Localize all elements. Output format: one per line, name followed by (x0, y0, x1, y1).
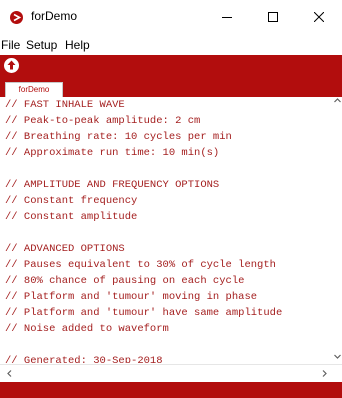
code-line: // Platform and 'tumour' have same ampli… (5, 307, 283, 319)
title-bar: forDemo (0, 0, 342, 34)
code-line: // Approximate run time: 10 min(s) (5, 147, 220, 159)
scroll-right-icon[interactable] (320, 369, 329, 378)
maximize-button[interactable] (250, 0, 296, 34)
window-title: forDemo (31, 9, 78, 23)
maximize-icon (268, 12, 278, 22)
minimize-button[interactable] (204, 0, 250, 34)
menu-file[interactable]: File (1, 38, 20, 52)
scroll-up-icon[interactable] (333, 96, 342, 105)
tab-strip: forDemo (0, 77, 342, 97)
close-icon (314, 12, 324, 22)
menu-setup[interactable]: Setup (26, 38, 57, 52)
code-line: // Peak-to-peak amplitude: 2 cm (5, 115, 201, 127)
close-button[interactable] (296, 0, 342, 34)
toolbar (0, 55, 342, 77)
code-line: // Breathing rate: 10 cycles per min (5, 131, 232, 143)
upload-icon[interactable] (3, 57, 20, 74)
menu-bar: File Setup Help (0, 36, 342, 54)
code-line: // Constant amplitude (5, 211, 138, 223)
minimize-icon (222, 17, 232, 18)
code-line: // ADVANCED OPTIONS (5, 243, 125, 255)
code-line: // Constant frequency (5, 195, 138, 207)
code-line: // Pauses equivalent to 30% of cycle len… (5, 259, 276, 271)
code-line: // Noise added to waveform (5, 323, 169, 335)
menu-help[interactable]: Help (65, 38, 90, 52)
code-line: // Platform and 'tumour' moving in phase (5, 291, 258, 303)
code-line: // FAST INHALE WAVE (5, 99, 125, 111)
code-line: // Generated: 30-Sep-2018 (5, 355, 163, 363)
scroll-left-icon[interactable] (5, 369, 14, 378)
console-bar (0, 382, 342, 398)
horizontal-scrollbar[interactable] (0, 364, 342, 382)
code-line: // AMPLITUDE AND FREQUENCY OPTIONS (5, 179, 220, 191)
code-editor[interactable]: // FAST INHALE WAVE // Peak-to-peak ampl… (0, 97, 342, 363)
tab-fordemo[interactable]: forDemo (5, 82, 63, 97)
processing-app-icon (10, 11, 23, 24)
scroll-down-icon[interactable] (333, 352, 342, 361)
code-line: // 80% chance of pausing on each cycle (5, 275, 245, 287)
